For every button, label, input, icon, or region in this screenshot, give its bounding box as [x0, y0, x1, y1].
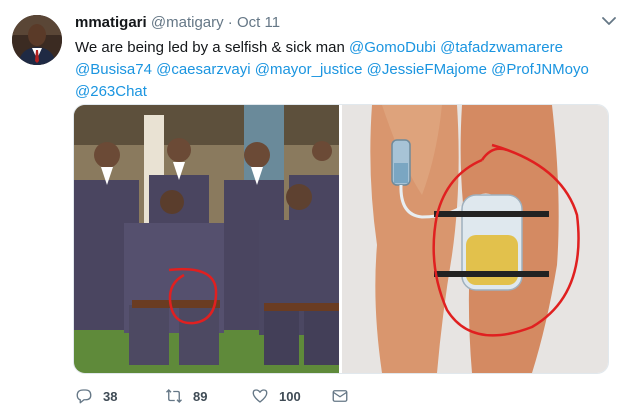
- tweet-header: mmatigari @matigary · Oct 11: [75, 14, 280, 32]
- tweet-card[interactable]: mmatigari @matigary · Oct 11 We are bein…: [0, 0, 634, 417]
- retweet-button[interactable]: 89: [165, 384, 207, 408]
- catheter-bag-illustration[interactable]: [342, 105, 608, 373]
- separator-dot: ·: [227, 14, 233, 31]
- envelope-icon: [332, 390, 348, 402]
- mention-link[interactable]: @caesarzvayi: [156, 61, 250, 78]
- direct-message-button[interactable]: [331, 384, 349, 408]
- mention-link[interactable]: @GomoDubi: [349, 39, 436, 56]
- mention-link[interactable]: @Busisa74: [75, 61, 152, 78]
- mention-link[interactable]: @tafadzwamarere: [440, 39, 563, 56]
- retweet-icon: [166, 389, 182, 403]
- user-handle[interactable]: @matigary: [151, 14, 224, 31]
- tweet-media[interactable]: [73, 104, 609, 374]
- chevron-down-icon[interactable]: [602, 16, 616, 26]
- mention-link[interactable]: @mayor_justice: [255, 61, 363, 78]
- display-name[interactable]: mmatigari: [75, 14, 147, 31]
- retweet-count: 89: [193, 388, 208, 404]
- tweet-timestamp[interactable]: Oct 11: [237, 14, 280, 31]
- group-photo[interactable]: [74, 105, 339, 373]
- mention-link[interactable]: @263Chat: [75, 83, 147, 100]
- tweet-actions: 38 89 100: [75, 384, 395, 408]
- tweet-text: We are being led by a selfish & sick man…: [75, 37, 605, 103]
- mention-link[interactable]: @JessieFMajome: [367, 61, 487, 78]
- like-count: 100: [279, 388, 301, 404]
- reply-button[interactable]: 38: [75, 384, 117, 408]
- tweet-text-plain: We are being led by a selfish & sick man: [75, 39, 345, 56]
- like-button[interactable]: 100: [251, 384, 301, 408]
- reply-icon: [76, 389, 92, 404]
- mention-link[interactable]: @ProfJNMoyo: [491, 61, 589, 78]
- avatar[interactable]: [12, 15, 62, 65]
- heart-icon: [252, 389, 268, 403]
- avatar-image: [12, 15, 62, 65]
- reply-count: 38: [103, 388, 118, 404]
